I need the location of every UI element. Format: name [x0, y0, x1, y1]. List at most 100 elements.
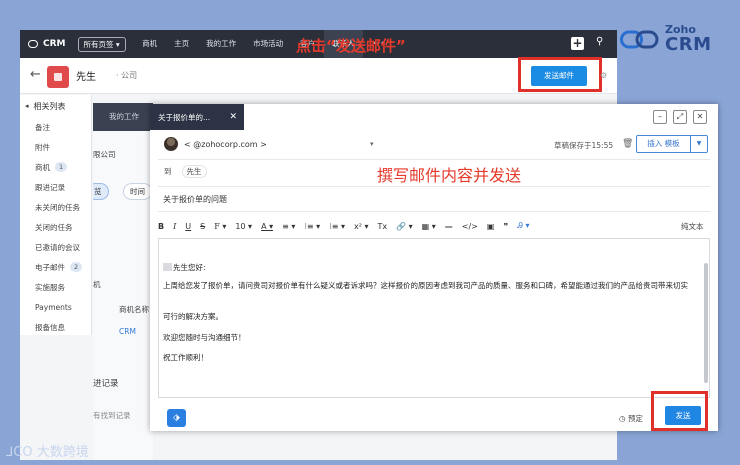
- schedule-button[interactable]: ◷ 预定: [619, 413, 643, 424]
- related-list-item-label: 报备信息: [35, 322, 65, 332]
- related-list-item-label: Payments: [35, 302, 72, 312]
- align-dropdown[interactable]: ≡ ▾: [282, 222, 295, 231]
- count-badge: 2: [70, 262, 83, 272]
- related-list-item[interactable]: Payments: [20, 297, 91, 317]
- related-list-header[interactable]: ◂ 相关列表: [20, 95, 91, 117]
- related-list-item[interactable]: 未关闭的任务: [20, 197, 91, 217]
- detail-tabbar: 我的工作: [93, 103, 153, 131]
- back-arrow-icon[interactable]: ←: [30, 67, 41, 82]
- horizontal-rule-button[interactable]: —: [445, 222, 453, 231]
- contact-name: 先生: [76, 72, 96, 83]
- related-list-item[interactable]: 关闭的任务: [20, 217, 91, 237]
- timeline-chip[interactable]: 时间: [123, 183, 152, 200]
- related-list-sidebar: ◂ 相关列表 备注附件商机 1 跟进记录未关闭的任务 关闭的任务已邀请的会议电子邮件 2…: [20, 95, 92, 335]
- body-line-1: 先生您好:: [173, 263, 206, 272]
- deal-name-column: 商机名称: [119, 305, 149, 314]
- tab-my-work[interactable]: 我的工作: [93, 103, 153, 122]
- underline-button[interactable]: U: [185, 222, 191, 231]
- recipient-chip[interactable]: 先生: [181, 165, 207, 178]
- nav-tab-campaigns[interactable]: 市场活动: [245, 30, 292, 58]
- clear-format-button[interactable]: Tx: [378, 222, 388, 231]
- body-greeting: 先生您好:: [163, 263, 693, 273]
- annotation-compose-hint: 撰写邮件内容并发送: [377, 166, 522, 185]
- section-followup-label: 进记录: [93, 379, 119, 389]
- watermark-logo-icon: ⅃CO: [6, 445, 37, 460]
- contact-avatar: [47, 66, 69, 88]
- related-list-item[interactable]: 报备信息: [20, 317, 91, 337]
- related-list-item[interactable]: 电子邮件 2: [20, 257, 91, 277]
- all-pages-dropdown[interactable]: 所有页签 ▾: [77, 36, 126, 52]
- text-color-dropdown[interactable]: A ▾: [261, 222, 273, 231]
- strikethrough-button[interactable]: S: [200, 222, 205, 231]
- overview-chip[interactable]: 览: [93, 183, 109, 200]
- formatting-toolbar: B I U S F ▾ 10 ▾ A ▾ ≡ ▾ ⁝≡ ▾ ⁝≡ ▾ x² ▾ …: [158, 216, 710, 236]
- minimize-icon[interactable]: –: [653, 110, 667, 124]
- related-list-item-label: 关闭的任务: [35, 222, 73, 232]
- crm-app-logo[interactable]: CRM: [28, 39, 66, 49]
- related-list-item-label: 商机: [35, 162, 50, 172]
- related-list-item-label: 备注: [35, 122, 50, 132]
- related-list-item-label: 已邀请的会议: [35, 242, 80, 252]
- chevron-down-icon[interactable]: ▾: [370, 140, 374, 148]
- spellcheck-dropdown[interactable]: Ꭿ ▾: [517, 221, 529, 231]
- tag-icon[interactable]: ⬗: [167, 409, 186, 427]
- insert-template-label[interactable]: 插入 模板: [637, 136, 691, 152]
- insert-template-button[interactable]: 插入 模板 ▼: [636, 135, 708, 153]
- related-list-item[interactable]: 实施服务: [20, 277, 91, 297]
- body-line-4: 欢迎您随时与沟通细节！: [163, 333, 246, 342]
- zoho-crm-logo: Zoho CRM: [620, 22, 730, 62]
- from-address[interactable]: < @zohocorp.com >: [184, 140, 267, 149]
- related-list-item[interactable]: 附件: [20, 137, 91, 157]
- count-badge: 1: [55, 162, 68, 172]
- nav-tab-deals[interactable]: 商机: [134, 30, 166, 58]
- close-dialog-icon[interactable]: ✕: [693, 110, 707, 124]
- logo-word-crm: CRM: [665, 34, 712, 55]
- more-options-icon[interactable]: ⚙: [600, 71, 607, 80]
- related-list-item[interactable]: 备注: [20, 117, 91, 137]
- deal-link[interactable]: CRM: [119, 327, 136, 336]
- collapse-caret-icon[interactable]: ◂: [25, 102, 29, 110]
- body-line-3: 可行的解决方案。: [163, 312, 223, 321]
- search-icon[interactable]: ⚲: [596, 36, 603, 47]
- link-dropdown[interactable]: 🔗 ▾: [396, 222, 413, 231]
- highlight-box-send-mail: [518, 57, 602, 92]
- compose-tab[interactable]: 关于报价单的... ✕: [150, 104, 244, 130]
- related-list-item-label: 未关闭的任务: [35, 202, 80, 212]
- quote-button[interactable]: ❞: [503, 222, 508, 231]
- create-plus-button[interactable]: +: [571, 37, 584, 50]
- related-list-title: 相关列表: [33, 101, 66, 111]
- clock-icon: ◷: [619, 414, 628, 423]
- subject-field[interactable]: 关于报价单的问题: [163, 194, 227, 205]
- related-list-item-label: 跟进记录: [35, 182, 65, 192]
- close-tab-icon[interactable]: ✕: [229, 112, 237, 122]
- compose-email-dialog: 关于报价单的... ✕ – ⤢ ✕ < @zohocorp.com > ▾ 草稿…: [150, 104, 718, 431]
- bold-button[interactable]: B: [158, 222, 164, 231]
- email-body-editor[interactable]: 先生您好: 上周给您发了报价单，请问贵司对报价单有什么疑义或者诉求吗？这样报价的…: [158, 238, 710, 398]
- related-list-item[interactable]: 已邀请的会议: [20, 237, 91, 257]
- related-list-item-label: 附件: [35, 142, 50, 152]
- image-button[interactable]: ▣: [487, 222, 495, 231]
- plain-text-toggle[interactable]: 纯文本: [681, 221, 704, 232]
- related-list-item[interactable]: 跟进记录: [20, 177, 91, 197]
- highlight-box-send: [651, 391, 708, 431]
- to-field[interactable]: 到先生: [158, 165, 207, 178]
- record-detail-panel: 我的工作 限公司 览 时间 机 商机名称 CRM 进记录 有找到记录: [93, 103, 153, 460]
- draft-status: 草稿保存于15:55: [554, 141, 614, 150]
- expand-icon[interactable]: ⤢: [673, 110, 687, 124]
- nav-tab-home[interactable]: 主页: [166, 30, 198, 58]
- nav-tab-my-work[interactable]: 我的工作: [198, 30, 245, 58]
- related-list-item[interactable]: 商机 1: [20, 157, 91, 177]
- body-line-5: 祝工作顺利！: [163, 353, 208, 362]
- table-dropdown[interactable]: ▦ ▾: [422, 222, 436, 231]
- company-fragment: 限公司: [93, 150, 116, 159]
- chevron-down-icon[interactable]: ▼: [691, 136, 707, 152]
- trash-icon[interactable]: 🗑: [622, 139, 633, 149]
- superscript-dropdown[interactable]: x² ▾: [354, 222, 369, 231]
- code-button[interactable]: </>: [462, 222, 478, 231]
- bullet-list-dropdown[interactable]: ⁝≡ ▾: [304, 222, 320, 231]
- font-family-dropdown[interactable]: F ▾: [214, 222, 226, 231]
- italic-button[interactable]: I: [173, 222, 176, 231]
- font-size-dropdown[interactable]: 10 ▾: [235, 222, 252, 231]
- editor-scrollbar[interactable]: [704, 263, 708, 383]
- numbered-list-dropdown[interactable]: ⁝≡ ▾: [329, 222, 345, 231]
